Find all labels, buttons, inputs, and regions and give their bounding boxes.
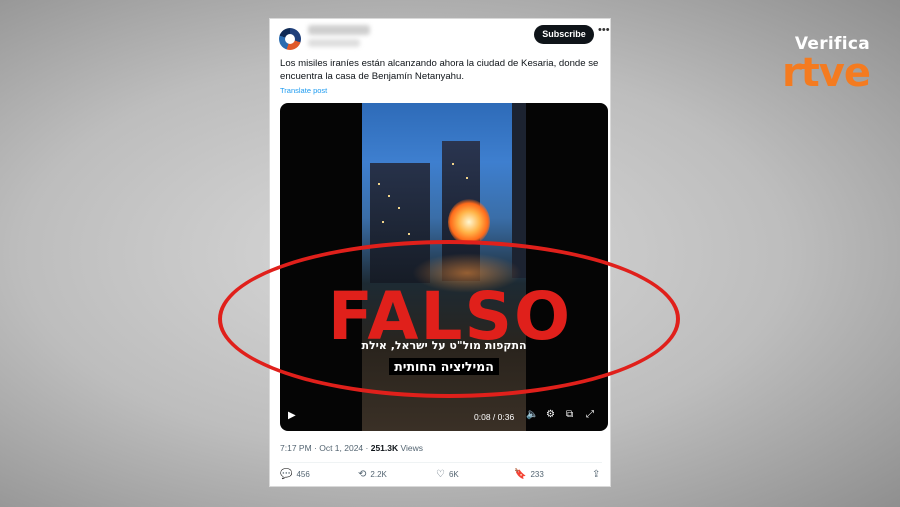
rtve-verifica-logo: Verifica rtve (781, 34, 871, 96)
timestamp[interactable]: 7:17 PM · Oct 1, 2024 · (280, 443, 371, 453)
subscribe-button[interactable]: Subscribe (534, 25, 594, 44)
avatar[interactable] (279, 28, 301, 50)
share-icon: ⇪ (592, 469, 601, 480)
window-light (466, 177, 468, 179)
views-count: 251.3K (370, 443, 399, 453)
blurred-handle (308, 39, 360, 47)
repost-icon: ⟲ (358, 469, 367, 480)
explosion (448, 199, 490, 245)
window-light (452, 163, 454, 165)
video-time: 0:08 / 0:36 (474, 412, 515, 422)
blurred-display-name (308, 25, 370, 35)
translate-post-link[interactable]: Translate post (280, 86, 327, 95)
tweet-meta: 7:17 PM · Oct 1, 2024 · 251.3K Views (280, 443, 423, 453)
window-light (408, 233, 410, 235)
window-light (388, 195, 390, 197)
views-label: Views (398, 443, 424, 453)
fullscreen-icon[interactable]: ⤢ (586, 409, 594, 420)
reply-count: 456 (296, 470, 310, 479)
tweet-text: Los misiles iraníes están alcanzando aho… (280, 58, 599, 82)
volume-icon[interactable]: 🔈 (526, 409, 538, 420)
window-light (398, 207, 400, 209)
pip-icon[interactable]: ⧉ (566, 409, 573, 420)
bookmark-icon: 🔖 (514, 469, 527, 480)
like-count: 6K (448, 470, 459, 479)
reply-icon: 💬 (280, 469, 293, 480)
window-light (378, 183, 380, 185)
like-button[interactable]: ♡ 6K (436, 469, 459, 480)
reply-button[interactable]: 💬 456 (280, 469, 310, 480)
brand-rtve-text: rtve (781, 50, 871, 96)
heart-icon: ♡ (436, 469, 445, 480)
settings-gear-icon[interactable]: ⚙ (546, 409, 555, 420)
more-dots-icon[interactable]: ••• (598, 24, 610, 36)
play-icon[interactable]: ▶ (288, 410, 296, 421)
share-button[interactable]: ⇪ (592, 469, 604, 480)
video-controls: ▶ 0:08 / 0:36 🔈 ⚙ ⧉ ⤢ (280, 407, 608, 427)
window-light (382, 221, 384, 223)
repost-button[interactable]: ⟲ 2.2K (358, 469, 387, 480)
repost-count: 2.2K (370, 470, 387, 479)
bookmark-count: 233 (530, 470, 544, 479)
falso-stamp-text: FALSO (327, 278, 573, 355)
bookmark-button[interactable]: 🔖 233 (514, 469, 544, 480)
divider (280, 462, 602, 463)
